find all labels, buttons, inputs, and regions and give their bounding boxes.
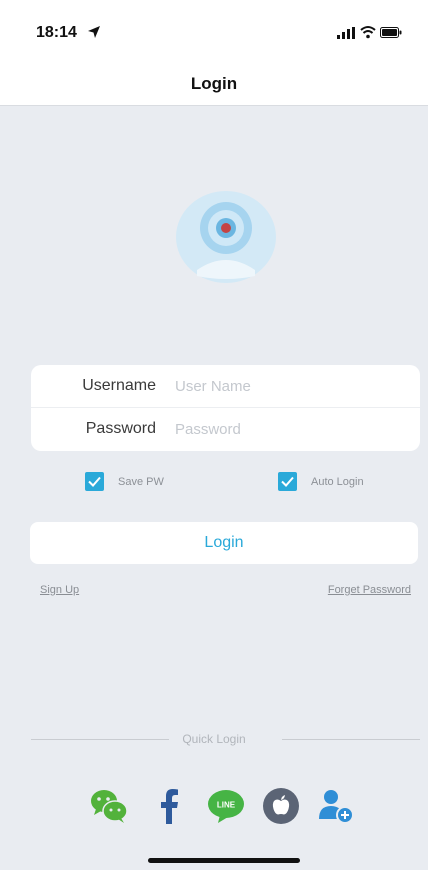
password-input[interactable]: [175, 414, 405, 444]
cellular-signal-icon: [337, 27, 355, 39]
wechat-login-button[interactable]: [89, 786, 129, 826]
camera-logo-icon: [176, 191, 276, 283]
battery-icon: [380, 27, 402, 38]
login-form: Username Password: [31, 365, 420, 451]
line-login-button[interactable]: LINE: [206, 786, 246, 826]
add-user-icon: [319, 790, 354, 824]
wifi-icon: [360, 26, 376, 39]
home-indicator: [148, 858, 300, 863]
auto-login-checkmark-icon: [278, 472, 297, 491]
location-arrow-icon: [88, 26, 100, 38]
add-user-login-button[interactable]: [316, 786, 356, 826]
save-pw-label: Save PW: [118, 475, 164, 488]
apple-login-button[interactable]: [261, 786, 301, 826]
password-row: Password: [31, 408, 420, 451]
nav-bar: Login: [0, 62, 428, 106]
apple-icon: [263, 788, 299, 824]
wechat-icon: [91, 790, 128, 823]
page-title: Login: [190, 74, 238, 93]
save-pw-checkbox[interactable]: Save PW: [85, 472, 164, 491]
svg-text:LINE: LINE: [217, 801, 236, 810]
facebook-icon: [161, 789, 178, 824]
auto-login-label: Auto Login: [311, 475, 364, 488]
status-bar: 18:14: [0, 0, 428, 62]
username-label: Username: [82, 377, 156, 394]
facebook-login-button[interactable]: [150, 786, 190, 826]
status-time: 18:14: [36, 24, 77, 41]
sign-up-link[interactable]: Sign Up: [40, 584, 79, 596]
username-row: Username: [31, 365, 420, 408]
password-label: Password: [85, 420, 156, 437]
login-button[interactable]: Login: [30, 522, 418, 564]
auto-login-checkbox[interactable]: Auto Login: [278, 472, 364, 491]
forget-password-link[interactable]: Forget Password: [328, 584, 411, 596]
username-input[interactable]: [175, 371, 405, 401]
quick-login-divider-right: [282, 739, 420, 740]
save-pw-checkmark-icon: [85, 472, 104, 491]
line-icon: LINE: [208, 790, 244, 823]
